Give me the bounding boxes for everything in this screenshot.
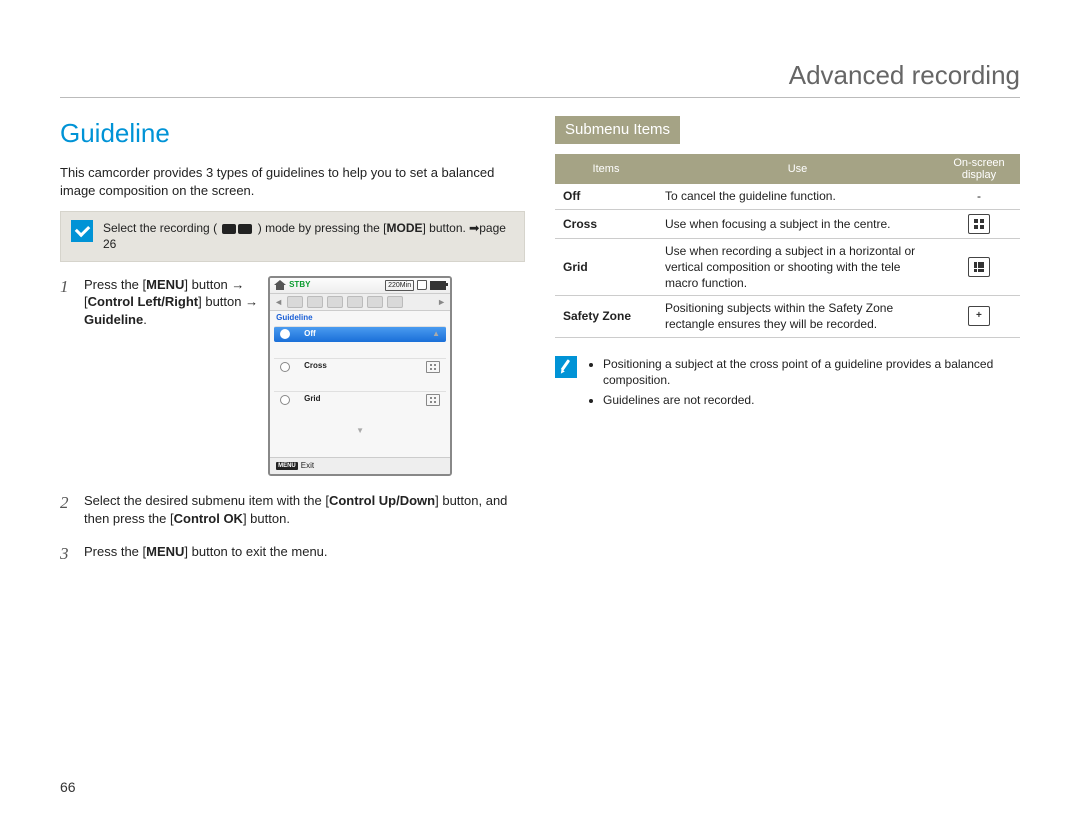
battery-icon	[430, 281, 446, 290]
note-box: Positioning a subject at the cross point…	[555, 356, 1020, 413]
display-icon-off: -	[938, 184, 1020, 209]
menu-button-icon: MENU	[276, 462, 298, 470]
tab-icon	[327, 296, 343, 308]
note-item: Positioning a subject at the cross point…	[603, 356, 1020, 388]
tab-right-arrow-icon: ►	[437, 296, 446, 308]
table-row: Grid Use when recording a subject in a h…	[555, 238, 1020, 296]
tab-icon	[387, 296, 403, 308]
tab-left-arrow-icon: ◄	[274, 296, 283, 308]
page-title: Advanced recording	[60, 60, 1020, 98]
table-row: Safety Zone Positioning subjects within …	[555, 296, 1020, 337]
step-number-1: 1	[60, 276, 74, 477]
remaining-time-indicator: 220Min	[385, 280, 414, 291]
step-number-3: 3	[60, 543, 74, 566]
display-grid-icon	[968, 257, 990, 277]
tip-text: Select the recording ( ) mode by pressin…	[103, 220, 514, 252]
display-cross-icon	[968, 214, 990, 234]
col-display: On-screen display	[938, 154, 1020, 184]
lcd-item-off: Off ▲	[274, 326, 446, 342]
cross-icon	[426, 361, 440, 373]
step-number-2: 2	[60, 492, 74, 527]
checkmark-icon	[71, 220, 93, 242]
table-row: Cross Use when focusing a subject in the…	[555, 209, 1020, 238]
tab-icon	[347, 296, 363, 308]
radio-icon	[280, 362, 290, 372]
step-3-text: Press the [MENU] button to exit the menu…	[84, 543, 525, 566]
lcd-exit-bar: MENU Exit	[270, 457, 450, 475]
page-number: 66	[60, 779, 76, 795]
tab-icon	[367, 296, 383, 308]
col-use: Use	[657, 154, 938, 184]
arrow-right-icon: ➟	[469, 221, 479, 235]
home-icon	[274, 280, 286, 290]
tab-icon	[287, 296, 303, 308]
lcd-item-grid: Grid	[274, 391, 446, 408]
radio-selected-icon	[280, 329, 290, 339]
stby-indicator: STBY	[289, 280, 310, 291]
display-safety-zone-icon	[968, 306, 990, 326]
note-item: Guidelines are not recorded.	[603, 392, 1020, 408]
lcd-item-cross: Cross	[274, 358, 446, 375]
radio-icon	[280, 395, 290, 405]
mode-tip-box: Select the recording ( ) mode by pressin…	[60, 211, 525, 261]
lcd-down-arrow: ▼	[274, 424, 446, 439]
grid-icon	[426, 394, 440, 406]
lcd-tab-bar: ◄ ►	[270, 294, 450, 311]
section-heading-guideline: Guideline	[60, 116, 525, 151]
video-photo-mode-icons	[222, 224, 252, 234]
procedure-steps: 1 Press the [MENU] button → [Control Lef…	[60, 276, 525, 567]
tab-icon	[307, 296, 323, 308]
sd-card-icon	[417, 280, 427, 290]
submenu-items-table: Items Use On-screen display Off To cance…	[555, 154, 1020, 337]
submenu-items-header: Submenu Items	[555, 116, 680, 144]
up-triangle-icon: ▲	[432, 329, 440, 340]
lcd-screenshot: STBY 220Min ◄	[268, 276, 452, 477]
intro-text: This camcorder provides 3 types of guide…	[60, 164, 525, 199]
pencil-icon	[555, 356, 577, 378]
lcd-menu-title: Guideline	[270, 311, 450, 326]
step-2-text: Select the desired submenu item with the…	[84, 492, 525, 527]
col-items: Items	[555, 154, 657, 184]
table-row: Off To cancel the guideline function. -	[555, 184, 1020, 209]
step-1-text: Press the [MENU] button → [Control Left/…	[84, 276, 258, 329]
